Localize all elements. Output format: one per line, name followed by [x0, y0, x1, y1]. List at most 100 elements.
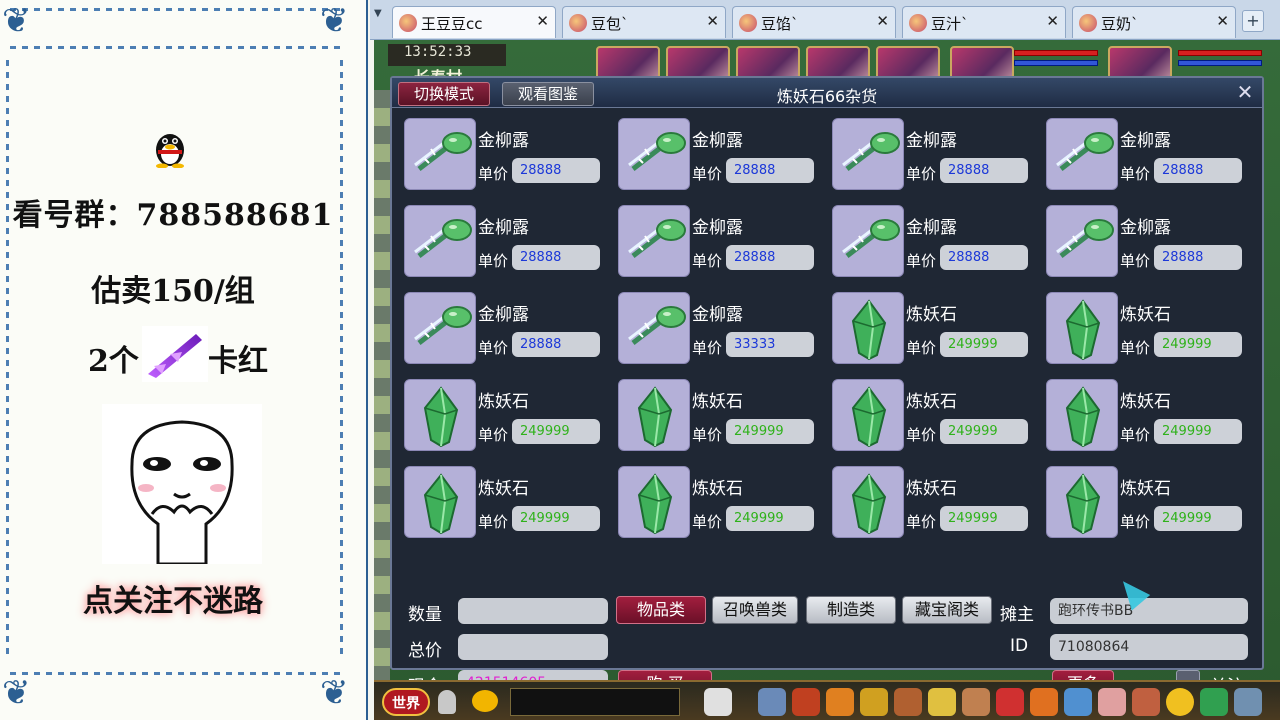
shop-item-cell[interactable]: 金柳露 单价 28888	[404, 292, 614, 368]
shop-item-cell[interactable]: 炼妖石 单价 249999	[404, 466, 614, 542]
jinliulu-vial-icon[interactable]	[618, 205, 690, 277]
tab-close-icon[interactable]: ✕	[1216, 12, 1229, 30]
jinliulu-vial-icon[interactable]	[404, 205, 476, 277]
side-quest-strip	[374, 90, 390, 680]
lianyao-stone-icon[interactable]	[1046, 379, 1118, 451]
shop-item-cell[interactable]: 金柳露 单价 28888	[832, 205, 1042, 281]
item-name: 炼妖石	[906, 305, 957, 325]
shop-item-cell[interactable]: 炼妖石 单价 249999	[832, 379, 1042, 455]
guild-icon[interactable]	[1132, 688, 1160, 716]
gift-icon[interactable]	[826, 688, 854, 716]
team-icon[interactable]	[792, 688, 820, 716]
shop-item-cell[interactable]: 炼妖石 单价 249999	[404, 379, 614, 455]
lianyao-stone-icon[interactable]	[832, 379, 904, 451]
tab-close-icon[interactable]: ✕	[536, 12, 549, 30]
tab-close-icon[interactable]: ✕	[1046, 12, 1059, 30]
jinliulu-vial-icon[interactable]	[832, 118, 904, 190]
microphone-icon[interactable]	[438, 690, 456, 714]
ornament-swirl-bl: ❦	[2, 673, 31, 713]
skills-icon[interactable]	[860, 688, 888, 716]
shop-item-cell[interactable]: 炼妖石 单价 249999	[618, 379, 828, 455]
category-items-button[interactable]: 物品类	[616, 596, 706, 624]
jinliulu-vial-icon[interactable]	[618, 292, 690, 364]
shop-item-cell[interactable]: 炼妖石 单价 249999	[1046, 466, 1256, 542]
coin-icon[interactable]	[928, 688, 956, 716]
switch-mode-button[interactable]: 切换模式	[398, 82, 490, 106]
category-pets-button[interactable]: 召唤兽类	[712, 596, 798, 624]
tab-douzhi[interactable]: 豆汁` ✕	[902, 6, 1066, 38]
tab-dounai[interactable]: 豆奶` ✕	[1072, 6, 1236, 38]
close-icon[interactable]: ✕	[1234, 82, 1256, 104]
scroll-icon[interactable]	[962, 688, 990, 716]
shop-item-cell[interactable]: 金柳露 单价 28888	[618, 205, 828, 281]
quantity-input[interactable]	[458, 598, 608, 624]
shop-item-cell[interactable]: 炼妖石 单价 249999	[1046, 292, 1256, 368]
lianyao-stone-icon[interactable]	[404, 466, 476, 538]
category-crafting-button[interactable]: 制造类	[806, 596, 896, 624]
tab-wangdoudou[interactable]: 王豆豆cc ✕	[392, 6, 556, 38]
world-channel-button[interactable]: 世界	[382, 688, 430, 716]
chat-bubble-icon[interactable]	[472, 690, 498, 712]
unit-price-label: 单价	[906, 339, 937, 357]
shop-item-cell[interactable]: 炼妖石 单价 249999	[832, 466, 1042, 542]
shop-header: 切换模式 观看图鉴 炼妖石66杂货 ✕	[392, 78, 1262, 108]
item-name: 金柳露	[1120, 131, 1171, 151]
unit-price-label: 单价	[906, 165, 937, 183]
unit-price-value: 28888	[940, 245, 1028, 270]
lianyao-stone-icon[interactable]	[618, 379, 690, 451]
shop-item-cell[interactable]: 金柳露 单价 28888	[1046, 205, 1256, 281]
unit-price-value: 28888	[726, 245, 814, 270]
unit-price-label: 单价	[692, 165, 723, 183]
quantity-label: 数量	[408, 605, 442, 625]
shop-item-cell[interactable]: 金柳露 单价 28888	[1046, 118, 1256, 194]
lianyao-stone-icon[interactable]	[1046, 292, 1118, 364]
shop-item-cell[interactable]: 炼妖石 单价 249999	[832, 292, 1042, 368]
smiley-icon[interactable]	[1166, 688, 1194, 716]
purple-feather-icon	[142, 326, 208, 382]
unit-price-value: 249999	[940, 506, 1028, 531]
mail-icon[interactable]	[1064, 688, 1092, 716]
bell-icon[interactable]	[1030, 688, 1058, 716]
tab-doubao[interactable]: 豆包` ✕	[562, 6, 726, 38]
shop-item-cell[interactable]: 金柳露 单价 28888	[404, 205, 614, 281]
system-icon[interactable]	[1234, 688, 1262, 716]
unit-price-label: 单价	[478, 252, 509, 270]
jinliulu-vial-icon[interactable]	[404, 118, 476, 190]
shop-item-cell[interactable]: 炼妖石 单价 249999	[618, 466, 828, 542]
lianyao-stone-icon[interactable]	[832, 292, 904, 364]
sword-icon[interactable]	[758, 688, 786, 716]
unit-price-label: 单价	[906, 252, 937, 270]
shop-item-cell[interactable]: 金柳露 单价 28888	[404, 118, 614, 194]
chest-icon[interactable]	[996, 688, 1024, 716]
new-tab-button[interactable]: +	[1242, 10, 1264, 32]
jinliulu-vial-icon[interactable]	[618, 118, 690, 190]
item-name: 炼妖石	[478, 392, 529, 412]
shop-item-cell[interactable]: 金柳露 单价 28888	[832, 118, 1042, 194]
lianyao-stone-icon[interactable]	[832, 466, 904, 538]
view-illustration-button[interactable]: 观看图鉴	[502, 82, 594, 106]
shop-icon[interactable]	[1200, 688, 1228, 716]
shop-item-cell[interactable]: 炼妖石 单价 249999	[1046, 379, 1256, 455]
unit-price-label: 单价	[692, 339, 723, 357]
pet-mascot-icon[interactable]	[704, 688, 732, 716]
lianyao-stone-icon[interactable]	[404, 379, 476, 451]
jinliulu-vial-icon[interactable]	[1046, 118, 1118, 190]
friends-icon[interactable]	[1098, 688, 1126, 716]
lianyao-stone-icon[interactable]	[618, 466, 690, 538]
chat-input[interactable]	[510, 688, 680, 716]
shop-item-cell[interactable]: 金柳露 单价 33333	[618, 292, 828, 368]
jinliulu-vial-icon[interactable]	[404, 292, 476, 364]
jinliulu-vial-icon[interactable]	[1046, 205, 1118, 277]
category-treasure-button[interactable]: 藏宝阁类	[902, 596, 992, 624]
unit-price-label: 单价	[478, 339, 509, 357]
jinliulu-vial-icon[interactable]	[832, 205, 904, 277]
shop-item-cell[interactable]: 金柳露 单价 28888	[618, 118, 828, 194]
tab-close-icon[interactable]: ✕	[706, 12, 719, 30]
lianyao-stone-icon[interactable]	[1046, 466, 1118, 538]
tab-close-icon[interactable]: ✕	[876, 12, 889, 30]
tab-label: 豆馅`	[761, 15, 799, 33]
bag-icon[interactable]	[894, 688, 922, 716]
tab-douxian[interactable]: 豆馅` ✕	[732, 6, 896, 38]
ornament-border-top	[10, 8, 340, 11]
tab-list-arrow-icon[interactable]: ▼	[374, 8, 386, 30]
